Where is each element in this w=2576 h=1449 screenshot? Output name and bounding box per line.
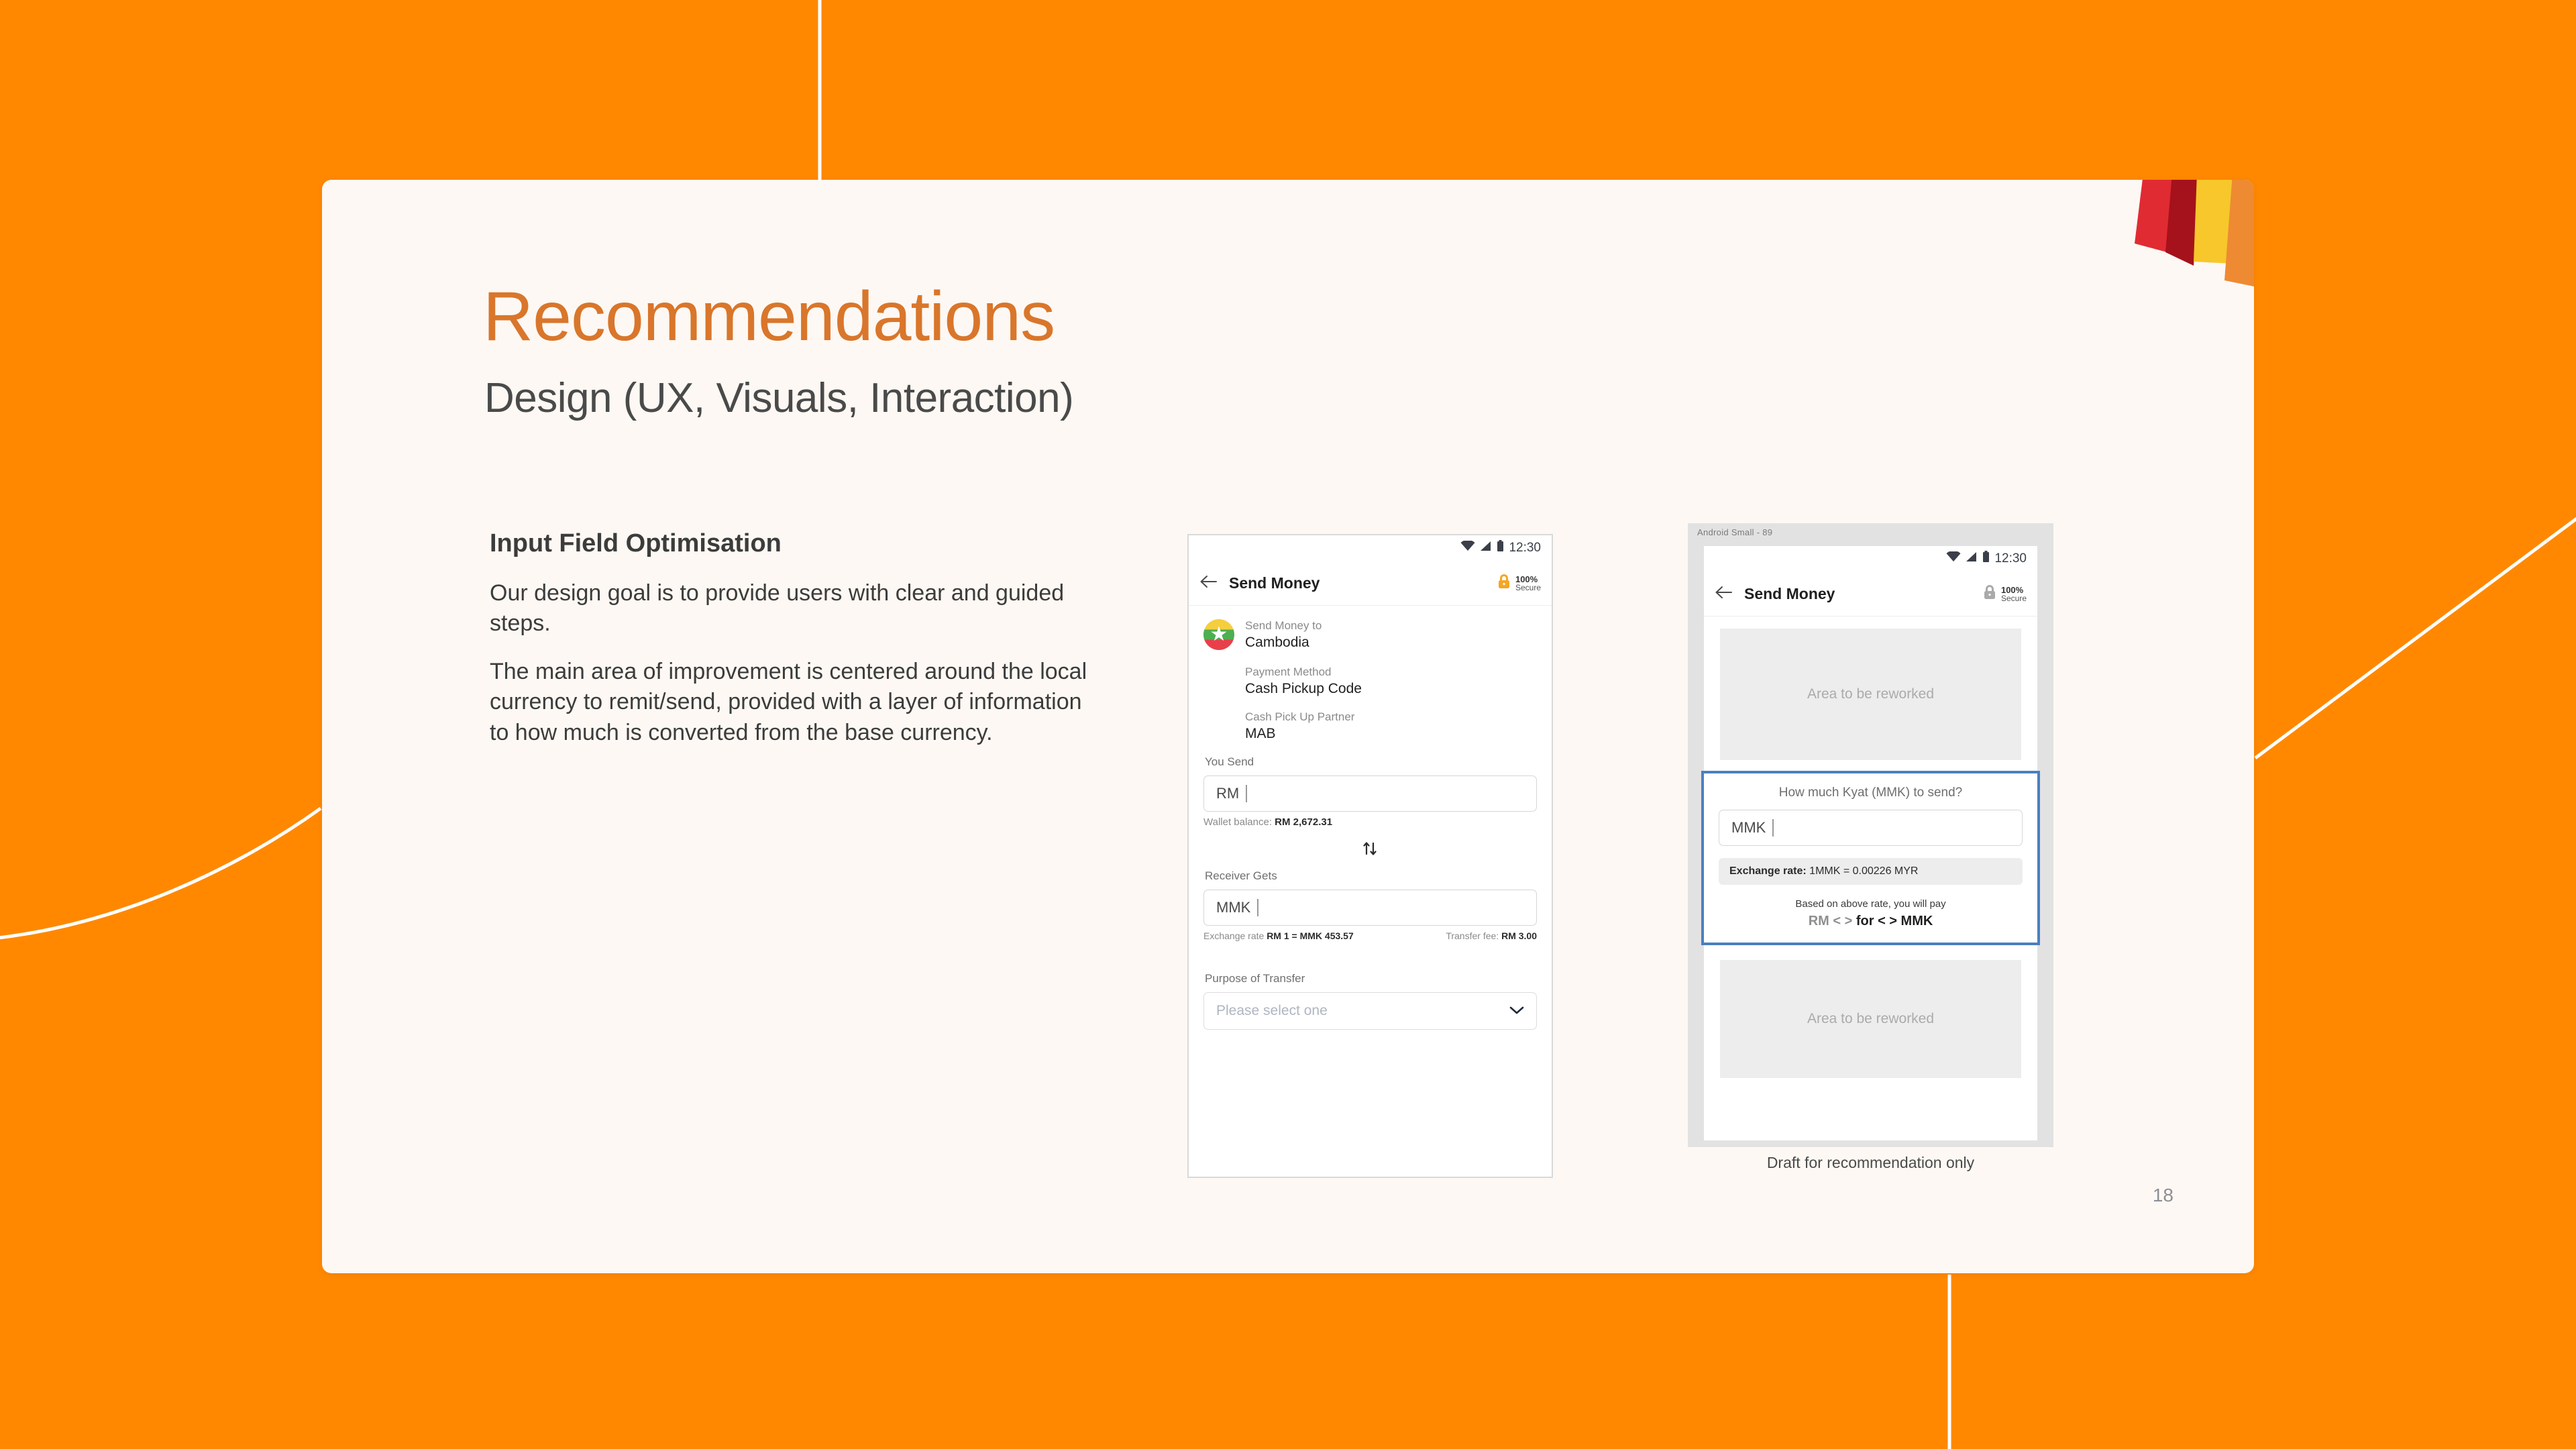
phone-before-body: ★ Send Money to Cambodia Payment Method …	[1189, 606, 1552, 1030]
secure-label: Secure	[2000, 593, 2027, 603]
you-send-input[interactable]: RM	[1203, 775, 1537, 812]
brand-mark-icon	[2135, 180, 2254, 286]
exchange-rate-label: Exchange rate	[1203, 930, 1265, 941]
battery-icon	[1982, 551, 1990, 567]
frame-label: Android Small - 89	[1697, 527, 1773, 537]
rate-and-fee-row: Exchange rate RM 1 = MMK 453.57 Transfer…	[1203, 930, 1537, 941]
phone-mockup-before: 12:30 Send Money 100% Secure ★ Send Mone…	[1187, 534, 1553, 1178]
secure-percent: 100%	[1515, 574, 1538, 584]
receiver-gets-input[interactable]: MMK	[1203, 890, 1537, 926]
app-bar-title: Send Money	[1229, 574, 1320, 592]
destination-value: Cambodia	[1245, 635, 1309, 650]
receiver-gets-label: Receiver Gets	[1205, 869, 1277, 882]
pay-note: Based on above rate, you will pay	[1795, 898, 1946, 910]
phone-mockup-after: Android Small - 89 12:30 Send Money 100%…	[1688, 523, 2053, 1187]
slide-card: Recommendations Design (UX, Visuals, Int…	[322, 180, 2254, 1273]
you-send-label: You Send	[1205, 755, 1254, 768]
purpose-label: Purpose of Transfer	[1205, 972, 1305, 985]
pickup-partner-block: Cash Pick Up Partner MAB	[1245, 710, 1537, 742]
text-caret	[1257, 899, 1258, 916]
exchange-rate-chip: Exchange rate: 1MMK = 0.00226 MYR	[1719, 858, 2023, 885]
amount-question: How much Kyat (MMK) to send?	[1778, 786, 1963, 800]
pickup-partner-label: Cash Pick Up Partner	[1245, 710, 1355, 723]
lock-icon	[1497, 574, 1511, 593]
chevron-down-icon	[1509, 1004, 1524, 1018]
payment-method-label: Payment Method	[1245, 665, 1332, 678]
rework-placeholder-top: Area to be reworked	[1720, 629, 2021, 760]
back-arrow-icon[interactable]	[1715, 586, 1732, 602]
wifi-icon	[1946, 550, 1961, 566]
myanmar-flag-icon: ★	[1203, 619, 1234, 650]
text-caret	[1772, 819, 1774, 837]
wallet-balance-label: Wallet balance:	[1203, 816, 1272, 828]
pay-middle: for	[1856, 914, 1874, 928]
page-subtitle: Design (UX, Visuals, Interaction)	[484, 375, 1074, 421]
wallet-balance-value: RM 2,672.31	[1275, 816, 1333, 828]
copy-paragraph-2: The main area of improvement is centered…	[490, 658, 1087, 745]
text-caret	[1246, 785, 1247, 802]
wifi-icon	[1460, 539, 1475, 555]
pay-line: RM < > for < > MMK	[1719, 914, 2023, 929]
exchange-rate-label: Exchange rate:	[1729, 865, 1807, 877]
transfer-fee-label: Transfer fee:	[1446, 930, 1499, 941]
status-bar-time: 12:30	[1994, 551, 2027, 566]
back-arrow-icon[interactable]	[1199, 575, 1217, 592]
secure-badge: 100% Secure	[1983, 584, 2027, 604]
swap-vertical-icon[interactable]	[1203, 840, 1537, 861]
mockup-caption: Draft for recommendation only	[1766, 1154, 1975, 1171]
app-bar: Send Money 100% Secure	[1704, 572, 2037, 616]
destination-label: Send Money to	[1245, 619, 1322, 632]
amount-currency: MMK	[1731, 819, 1766, 836]
exchange-rate-value: 1MMK = 0.00226 MYR	[1809, 865, 1919, 877]
wallet-balance: Wallet balance: RM 2,672.31	[1203, 816, 1537, 828]
page-title: Recommendations	[483, 278, 1055, 356]
exchange-rate-value: RM 1 = MMK 453.57	[1267, 930, 1354, 941]
you-send-currency: RM	[1216, 785, 1240, 802]
battery-icon	[1497, 540, 1504, 556]
payment-method-value: Cash Pickup Code	[1245, 681, 1362, 696]
copy-column: Input Field Optimisation Our design goal…	[490, 529, 1093, 765]
pay-suffix: < > MMK	[1878, 914, 1933, 928]
destination-row: ★ Send Money to Cambodia	[1203, 619, 1537, 651]
status-bar-time: 12:30	[1509, 541, 1541, 555]
purpose-select[interactable]: Please select one	[1203, 992, 1537, 1030]
copy-heading: Input Field Optimisation	[490, 529, 782, 557]
lock-icon	[1983, 584, 1996, 604]
highlight-region: How much Kyat (MMK) to send? MMK Exchang…	[1701, 771, 2040, 945]
secure-label: Secure	[1515, 582, 1541, 592]
receiver-gets-currency: MMK	[1216, 899, 1251, 916]
pickup-partner-value: MAB	[1245, 726, 1276, 741]
copy-paragraph-1: Our design goal is to provide users with…	[490, 580, 1065, 637]
signal-icon	[1480, 541, 1492, 555]
page-number: 18	[2152, 1185, 2174, 1205]
app-bar: Send Money 100% Secure	[1189, 561, 1552, 606]
pay-prefix: RM < >	[1808, 914, 1853, 928]
secure-badge: 100% Secure	[1497, 574, 1541, 593]
payment-method-block: Payment Method Cash Pickup Code	[1245, 665, 1537, 697]
rework-placeholder-bottom: Area to be reworked	[1720, 960, 2021, 1078]
amount-input[interactable]: MMK	[1719, 810, 2023, 846]
app-bar-title: Send Money	[1744, 584, 1835, 602]
status-bar: 12:30	[1189, 535, 1552, 561]
purpose-placeholder: Please select one	[1216, 1003, 1328, 1018]
status-bar: 12:30	[1704, 546, 2037, 572]
secure-percent: 100%	[2000, 584, 2024, 595]
transfer-fee-value: RM 3.00	[1501, 930, 1537, 941]
signal-icon	[1966, 551, 1978, 566]
phone-after-body: Area to be reworked	[1704, 616, 2037, 760]
